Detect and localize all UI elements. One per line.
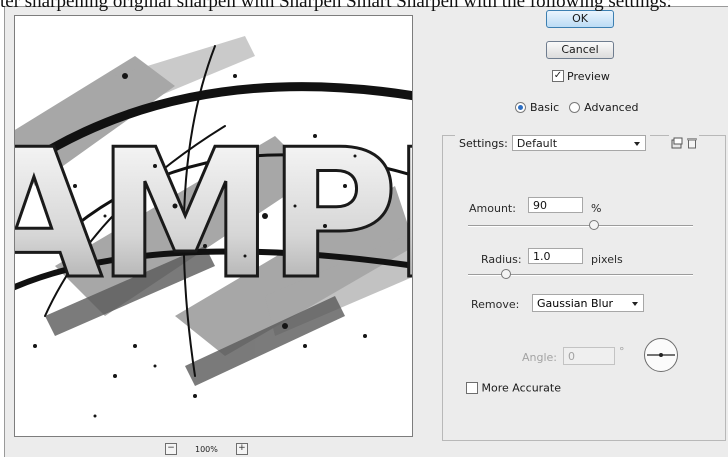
amount-unit: %: [591, 202, 602, 215]
chevron-down-icon: [633, 142, 640, 146]
artwork-letters: AMPLE: [15, 110, 412, 320]
settings-label: Settings:: [459, 136, 508, 150]
settings-value: Default: [516, 137, 558, 150]
basic-label: Basic: [530, 101, 560, 114]
more-accurate-option: More Accurate: [466, 381, 561, 395]
page-caption: ter sharpening original sharpen with Sha…: [0, 0, 672, 11]
mode-selector: Basic Advanced: [515, 101, 638, 114]
remove-select[interactable]: Gaussian Blur: [532, 294, 644, 312]
radius-label: Radius:: [481, 253, 522, 266]
save-preset-icon[interactable]: [671, 137, 683, 149]
amount-slider-thumb[interactable]: [589, 220, 599, 230]
angle-unit: °: [619, 345, 625, 358]
amount-label: Amount:: [469, 202, 516, 215]
ok-button[interactable]: OK: [546, 10, 614, 28]
cancel-button[interactable]: Cancel: [546, 41, 614, 59]
more-accurate-label: More Accurate: [481, 381, 562, 395]
advanced-label: Advanced: [584, 101, 639, 114]
preview-option: ✓ Preview: [552, 69, 610, 83]
amount-slider[interactable]: [468, 225, 693, 227]
remove-value: Gaussian Blur: [537, 297, 614, 310]
trash-icon[interactable]: [687, 137, 697, 149]
angle-input: 0: [563, 347, 615, 365]
settings-row: Settings: Default: [455, 133, 650, 153]
smart-sharpen-dialog: AMPLE − 100% + OK Cancel ✓Preview Basic: [4, 6, 728, 457]
zoom-in-button[interactable]: +: [235, 443, 248, 455]
settings-icons: [669, 135, 699, 151]
artwork-text: AMPLE: [15, 111, 412, 318]
angle-dial-icon: [647, 353, 675, 357]
preview-checkbox[interactable]: ✓: [552, 70, 564, 82]
settings-group: [442, 135, 726, 441]
preview-canvas[interactable]: AMPLE: [14, 15, 413, 437]
remove-label: Remove:: [471, 298, 520, 311]
preview-label: Preview: [567, 69, 610, 83]
amount-input[interactable]: 90: [528, 197, 583, 213]
basic-radio[interactable]: [515, 102, 526, 113]
more-accurate-checkbox[interactable]: [466, 382, 478, 394]
chevron-down-icon: [632, 302, 638, 306]
preview-artwork: AMPLE: [15, 36, 412, 418]
angle-label: Angle:: [522, 351, 558, 364]
zoom-out-button[interactable]: −: [165, 443, 177, 455]
zoom-bar: − 100% +: [165, 441, 275, 457]
advanced-radio[interactable]: [569, 102, 581, 113]
angle-dial[interactable]: [644, 338, 678, 372]
zoom-level: 100%: [195, 444, 218, 454]
radius-input[interactable]: 1.0: [528, 248, 583, 264]
radius-unit: pixels: [591, 253, 623, 266]
settings-select[interactable]: Default: [511, 135, 646, 151]
